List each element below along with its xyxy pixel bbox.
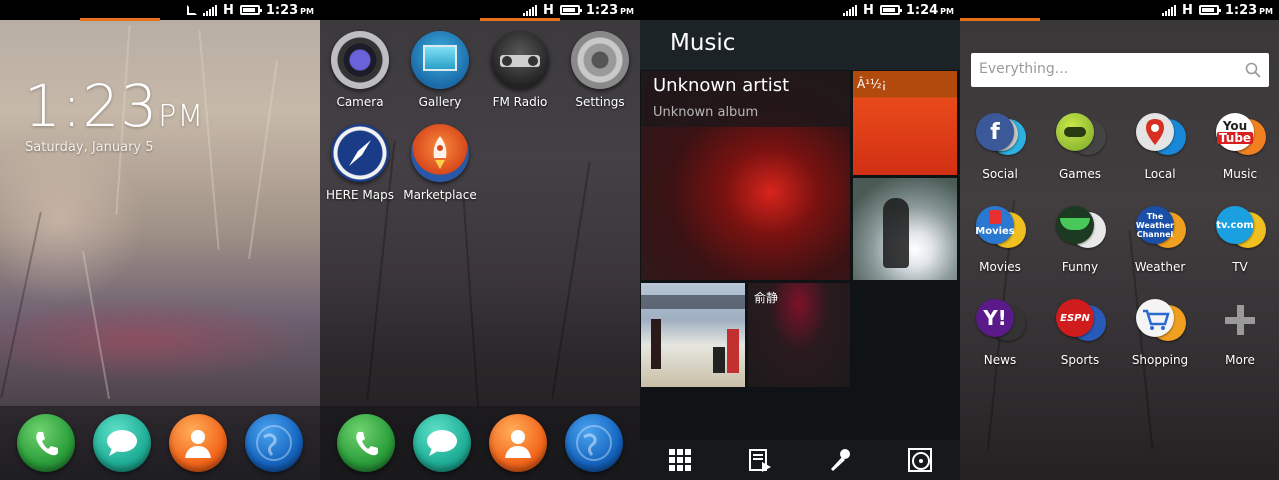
status-time: 1:23 PM xyxy=(1224,2,1273,18)
app-marketplace[interactable]: Marketplace xyxy=(400,124,480,202)
camera-icon xyxy=(331,31,389,89)
app-camera[interactable]: Camera xyxy=(320,31,400,109)
contacts-icon[interactable] xyxy=(489,414,547,472)
music-tab-bar xyxy=(640,440,960,480)
music-panel: H 1:24 PM Music Unknown artist Unknown al… xyxy=(640,0,960,480)
status-time: 1:23 PM xyxy=(585,2,634,18)
network-type: H xyxy=(1181,2,1193,18)
status-time: 1:23 PM xyxy=(265,2,314,18)
tv-icon: tv.com xyxy=(1216,204,1266,252)
category-sports[interactable]: ESPN Sports xyxy=(1040,297,1120,367)
album-tile[interactable]: Â¹½¡ xyxy=(853,71,957,175)
artist-icon[interactable] xyxy=(820,440,860,480)
radio-icon xyxy=(491,31,549,89)
app-gallery[interactable]: Gallery xyxy=(400,31,480,109)
page-indicator xyxy=(960,18,1040,21)
contacts-icon[interactable] xyxy=(169,414,227,472)
dock xyxy=(320,406,640,480)
category-shopping[interactable]: Shopping xyxy=(1120,297,1200,367)
network-type: H xyxy=(542,2,554,18)
battery-icon xyxy=(879,5,902,15)
album-tile[interactable] xyxy=(641,283,745,387)
dock xyxy=(0,406,320,480)
category-tv[interactable]: tv.com TV xyxy=(1200,204,1279,274)
app-here-maps[interactable]: HERE Maps xyxy=(320,124,400,202)
album-icon[interactable] xyxy=(900,440,940,480)
search-input[interactable]: Everything... xyxy=(971,53,1269,87)
category-games[interactable]: Games xyxy=(1040,111,1120,181)
local-icon xyxy=(1136,111,1186,159)
category-weather[interactable]: The Weather Channel Weather xyxy=(1120,204,1200,274)
search-icon[interactable] xyxy=(1245,62,1261,82)
shopping-icon xyxy=(1136,297,1186,345)
sports-icon: ESPN xyxy=(1056,297,1106,345)
signal-icon xyxy=(202,4,217,16)
category-more[interactable]: More xyxy=(1200,297,1279,367)
games-icon xyxy=(1056,111,1106,159)
battery-icon xyxy=(239,5,262,15)
category-movies[interactable]: Movies Movies xyxy=(960,204,1040,274)
battery-icon xyxy=(559,5,582,15)
compass-icon xyxy=(331,124,389,182)
browser-icon[interactable] xyxy=(245,414,303,472)
plus-icon xyxy=(1216,297,1264,345)
gear-icon xyxy=(571,31,629,89)
grid-view-icon[interactable] xyxy=(660,440,700,480)
signal-icon xyxy=(842,4,857,16)
messages-icon[interactable] xyxy=(413,414,471,472)
status-bar: H 1:23 PM xyxy=(320,0,640,20)
browser-icon[interactable] xyxy=(565,414,623,472)
gallery-icon xyxy=(411,31,469,89)
phone-icon[interactable] xyxy=(337,414,395,472)
everything-panel: H 1:23 PM Everything... f Social Games L… xyxy=(960,0,1279,480)
rotation-lock-icon xyxy=(186,5,197,15)
clock: 1:23PM xyxy=(24,72,205,140)
album-tile[interactable]: Unknown artist Unknown album xyxy=(641,71,850,280)
music-icon: You Tube xyxy=(1216,111,1266,159)
playlist-icon[interactable] xyxy=(740,440,780,480)
battery-icon xyxy=(1198,5,1221,15)
funny-icon xyxy=(1056,204,1106,252)
signal-icon xyxy=(522,4,537,16)
weather-icon: The Weather Channel xyxy=(1136,204,1186,252)
status-bar: H 1:23 PM xyxy=(960,0,1279,20)
album-tile[interactable]: 俞静 xyxy=(748,283,850,387)
status-time: 1:24 PM xyxy=(905,2,954,18)
category-funny[interactable]: Funny xyxy=(1040,204,1120,274)
news-icon: Y! xyxy=(976,297,1026,345)
network-type: H xyxy=(862,2,874,18)
date-label: Saturday, January 5 xyxy=(25,140,154,155)
movies-icon: Movies xyxy=(975,204,1026,252)
social-icon: f xyxy=(976,111,1026,159)
category-social[interactable]: f Social xyxy=(960,111,1040,181)
phone-icon[interactable] xyxy=(17,414,75,472)
app-settings[interactable]: Settings xyxy=(560,31,640,109)
app-fm-radio[interactable]: FM Radio xyxy=(480,31,560,109)
music-header: Music xyxy=(640,20,960,70)
page-indicator xyxy=(480,18,560,21)
network-type: H xyxy=(222,2,234,18)
album-tile[interactable] xyxy=(853,178,957,280)
status-bar: H 1:24 PM xyxy=(640,0,960,20)
category-music[interactable]: You Tube Music xyxy=(1200,111,1279,181)
lockscreen-panel: H 1:23 PM 1:23PM Saturday, January 5 xyxy=(0,0,320,480)
category-local[interactable]: Local xyxy=(1120,111,1200,181)
category-news[interactable]: Y! News xyxy=(960,297,1040,367)
page-indicator xyxy=(80,18,160,21)
messages-icon[interactable] xyxy=(93,414,151,472)
signal-icon xyxy=(1161,4,1176,16)
app-grid-panel: H 1:23 PM Camera Gallery FM Radio Setting… xyxy=(320,0,640,480)
status-bar: H 1:23 PM xyxy=(0,0,320,20)
rocket-icon xyxy=(411,124,469,182)
